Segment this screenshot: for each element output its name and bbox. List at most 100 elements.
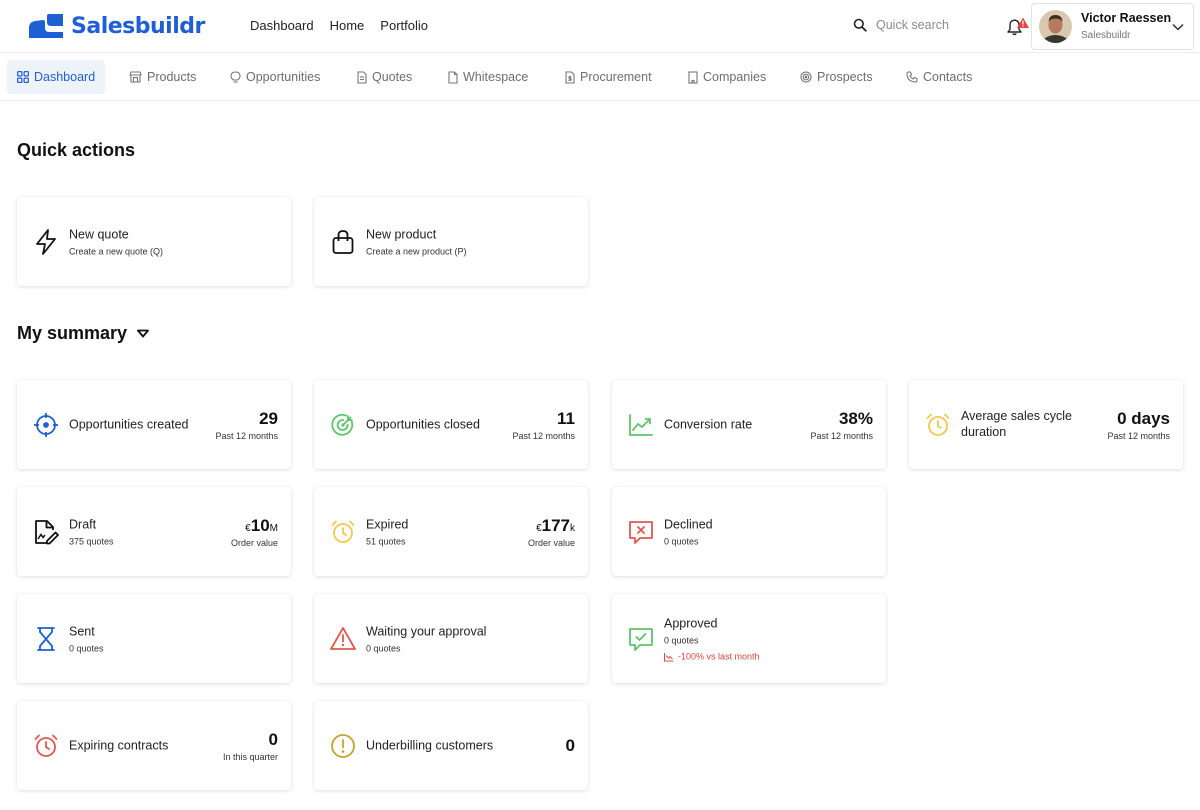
card-value: 29 xyxy=(259,408,278,428)
notification-bell-icon[interactable] xyxy=(1004,16,1030,38)
card-caption: Past 12 months xyxy=(215,430,278,441)
shopping-bag-icon xyxy=(330,229,356,255)
card-subtitle: 375 quotes xyxy=(69,536,114,547)
quick-search[interactable]: Quick search xyxy=(853,18,949,32)
tab-opportunities[interactable]: Opportunities xyxy=(220,60,330,94)
card-value: 177 xyxy=(541,515,570,535)
message-x-icon xyxy=(628,519,654,545)
tab-prospects[interactable]: Prospects xyxy=(790,60,883,94)
card-title: Approved xyxy=(664,616,718,631)
card-title: New product xyxy=(366,227,437,242)
tab-quotes[interactable]: Quotes xyxy=(347,60,422,94)
card-caption: Order value xyxy=(527,537,575,548)
user-menu[interactable]: Victor Raessen Salesbuildr xyxy=(1031,3,1194,50)
avatar xyxy=(1039,10,1072,43)
card-title: Expiring contracts xyxy=(69,738,169,753)
crosshair-icon xyxy=(33,412,59,438)
tab-label: Procurement xyxy=(580,70,652,84)
tab-procurement[interactable]: Procurement xyxy=(555,60,662,94)
card-subtitle: 0 quotes xyxy=(664,536,699,547)
approved-card[interactable]: Approved 0 quotes -100% vs last month xyxy=(612,594,886,683)
tab-label: Prospects xyxy=(817,70,873,84)
value-unit: M xyxy=(269,522,278,534)
topnav-portfolio[interactable]: Portfolio xyxy=(380,18,428,33)
card-value: 0 xyxy=(565,735,575,755)
card-caption: Past 12 months xyxy=(1107,430,1170,441)
expired-card[interactable]: Expired 51 quotes €177k Order value xyxy=(314,487,588,576)
card-subtitle: Create a new quote (Q) xyxy=(69,246,164,257)
card-value: 0 xyxy=(268,729,278,749)
store-icon xyxy=(129,71,142,83)
alert-circle-icon xyxy=(330,733,356,759)
card-title: New quote xyxy=(69,227,129,242)
trend-text: -100% vs last month xyxy=(678,651,760,662)
document-icon xyxy=(357,70,367,84)
top-nav: Dashboard Home Portfolio xyxy=(250,18,428,33)
alarm-clock-icon xyxy=(330,519,356,545)
user-name: Victor Raessen xyxy=(1081,10,1172,25)
card-title: Average sales cycle duration xyxy=(961,408,1072,440)
brand-logo[interactable]: Salesbuildr xyxy=(27,12,205,40)
draft-card[interactable]: Draft 375 quotes €10M Order value xyxy=(17,487,291,576)
conversion-rate-card[interactable]: Conversion rate 38% Past 12 months xyxy=(612,380,886,469)
trend-down-icon xyxy=(664,652,674,662)
card-title: Underbilling customers xyxy=(366,738,494,753)
card-value: 0 days xyxy=(1117,408,1170,428)
chevron-down-icon xyxy=(1172,23,1184,31)
target-hit-icon xyxy=(330,412,356,438)
trend-indicator: -100% vs last month xyxy=(664,652,760,662)
new-product-card[interactable]: New product Create a new product (P) xyxy=(314,197,588,286)
search-icon xyxy=(853,18,867,32)
underbilling-customers-card[interactable]: Underbilling customers 0 xyxy=(314,701,588,790)
tab-companies[interactable]: Companies xyxy=(678,60,776,94)
card-caption: Past 12 months xyxy=(810,430,873,441)
declined-card[interactable]: Declined 0 quotes xyxy=(612,487,886,576)
card-subtitle: 0 quotes xyxy=(69,643,104,654)
card-value: 11 xyxy=(557,408,575,428)
card-subtitle: 51 quotes xyxy=(366,536,406,547)
card-title: Conversion rate xyxy=(664,417,753,432)
target-icon xyxy=(800,71,812,83)
card-title: Opportunities closed xyxy=(366,417,480,432)
brand-logo-icon xyxy=(29,14,63,38)
tab-label: Companies xyxy=(703,70,767,84)
tab-dashboard[interactable]: Dashboard xyxy=(7,60,105,94)
card-subtitle: 0 quotes xyxy=(366,643,401,654)
alarm-clock-icon xyxy=(925,412,951,438)
new-quote-card[interactable]: New quote Create a new quote (Q) xyxy=(17,197,291,286)
opportunities-created-card[interactable]: Opportunities created 29 Past 12 months xyxy=(17,380,291,469)
building-icon xyxy=(688,70,698,84)
opportunities-closed-card[interactable]: Opportunities closed 11 Past 12 months xyxy=(314,380,588,469)
card-caption: In this quarter xyxy=(222,751,278,762)
card-value: 10 xyxy=(250,515,270,535)
summary-heading-label: My summary xyxy=(17,323,128,343)
card-subtitle: Create a new product (P) xyxy=(366,246,467,257)
value-unit: k xyxy=(570,522,575,534)
sent-card[interactable]: Sent 0 quotes xyxy=(17,594,291,683)
lightning-icon xyxy=(33,228,59,255)
tab-products[interactable]: Products xyxy=(119,60,206,94)
top-bar: Salesbuildr Dashboard Home Portfolio Qui… xyxy=(0,0,1200,53)
topnav-dashboard[interactable]: Dashboard xyxy=(250,18,314,33)
summary-heading[interactable]: My summary xyxy=(17,323,149,344)
card-value: 38% xyxy=(838,408,873,428)
average-sales-cycle-card[interactable]: Average sales cycle duration 0 days Past… xyxy=(909,380,1183,469)
expiring-contracts-card[interactable]: Expiring contracts 0 In this quarter xyxy=(17,701,291,790)
phone-icon xyxy=(906,71,918,83)
card-title: Expired xyxy=(366,517,409,532)
file-edit-icon xyxy=(33,519,59,545)
card-title: Opportunities created xyxy=(69,417,189,432)
search-placeholder: Quick search xyxy=(876,18,949,32)
alarm-clock-icon xyxy=(33,733,59,759)
tab-label: Contacts xyxy=(923,70,973,84)
tab-whitespace[interactable]: Whitespace xyxy=(438,60,538,94)
waiting-approval-card[interactable]: Waiting your approval 0 quotes xyxy=(314,594,588,683)
tab-label: Dashboard xyxy=(34,70,96,84)
tab-contacts[interactable]: Contacts xyxy=(896,60,982,94)
card-caption: Order value xyxy=(230,537,278,548)
file-icon xyxy=(448,70,458,84)
message-check-icon xyxy=(628,626,654,652)
topnav-home[interactable]: Home xyxy=(330,18,365,33)
tab-label: Whitespace xyxy=(463,70,529,84)
grid-icon xyxy=(17,71,29,83)
